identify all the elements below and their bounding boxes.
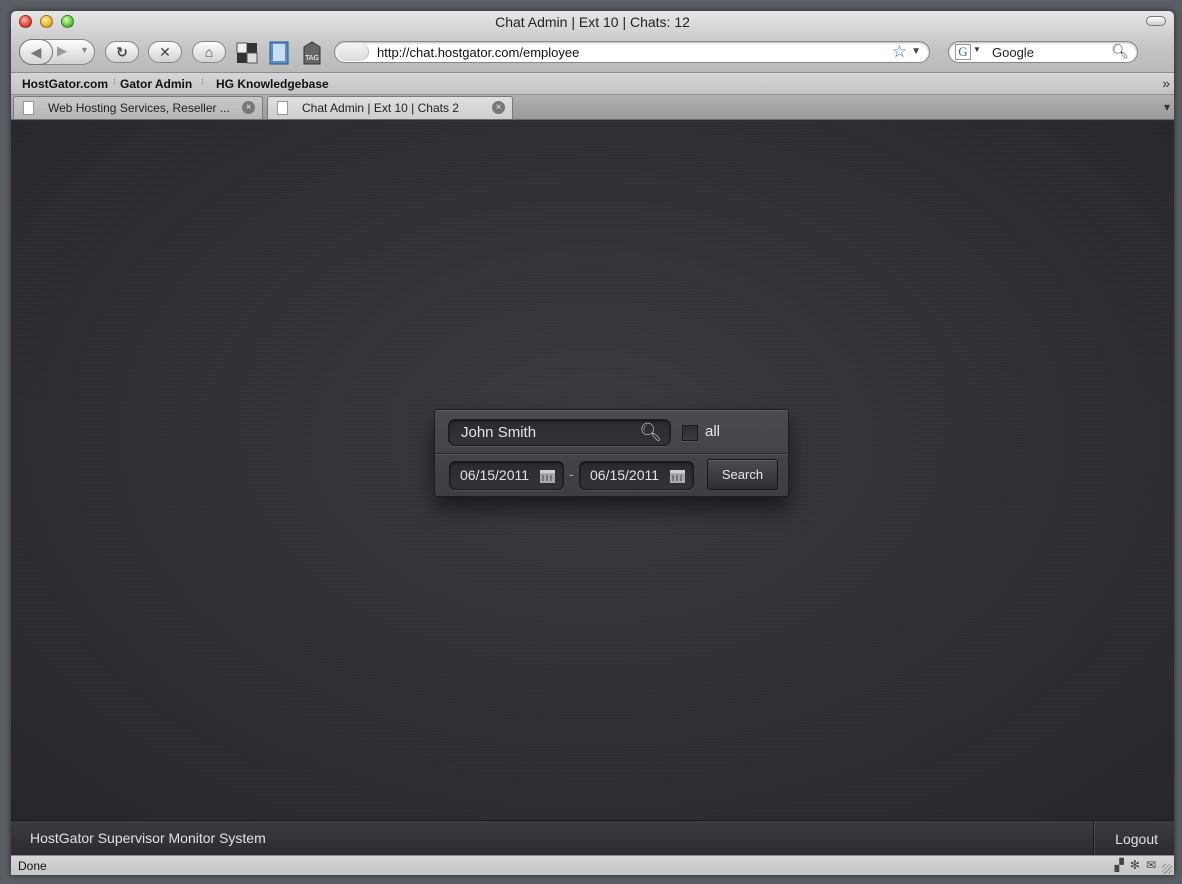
date-from-field[interactable]: 06/15/2011 (449, 461, 564, 490)
logout-link[interactable]: Logout (1115, 831, 1158, 847)
search-icon[interactable]: 🔍︎ (639, 422, 662, 443)
search-button[interactable]: Search (707, 459, 778, 490)
search-icon[interactable]: 🔍︎ (1111, 43, 1129, 60)
bookmark-star-icon[interactable]: ☆ (892, 42, 907, 62)
home-button[interactable]: ⌂ (192, 41, 226, 63)
date-to-field[interactable]: 06/15/2011 (579, 461, 694, 490)
bookmark-hg-knowledgebase[interactable]: HG Knowledgebase (216, 77, 329, 91)
all-checkbox-label[interactable]: all (705, 423, 720, 440)
tab-list-icon[interactable]: ▾ (1164, 100, 1170, 114)
bookmark-separator: ⁝ (113, 77, 117, 88)
reload-button[interactable]: ↻ (105, 41, 139, 63)
page-icon (277, 101, 288, 115)
back-arrow-icon: ◀ (30, 43, 42, 60)
tag-icon[interactable]: TAG (300, 41, 324, 65)
tab-label: Web Hosting Services, Reseller ... (48, 101, 230, 115)
close-tab-icon[interactable]: × (242, 101, 255, 114)
toolbar-toggle-button[interactable] (1146, 16, 1166, 26)
site-identity-button[interactable] (337, 43, 369, 61)
stop-button[interactable]: ✕ (148, 41, 182, 63)
web-search-box[interactable]: G ▼ Google 🔍︎ (948, 41, 1138, 63)
footer-brand: HostGator Supervisor Monitor System (30, 830, 266, 846)
stop-icon: ✕ (159, 43, 171, 60)
bookmark-separator: ⁝ (201, 77, 205, 88)
snowflake-icon[interactable]: ✻ (1130, 858, 1140, 872)
forward-button[interactable]: ▶ (57, 43, 67, 59)
address-bar-url[interactable]: http://chat.hostgator.com/employee (377, 45, 579, 60)
tab-strip: Web Hosting Services, Reseller ... × Cha… (11, 95, 1174, 120)
date-range-separator: - (569, 466, 574, 482)
panel-divider (435, 453, 788, 455)
bookmarks-overflow-icon[interactable]: » (1162, 75, 1170, 91)
page-icon (23, 101, 34, 115)
back-button[interactable]: ◀ (19, 39, 53, 65)
app-footer: HostGator Supervisor Monitor System Logo… (11, 820, 1174, 856)
address-bar[interactable]: http://chat.hostgator.com/employee ☆ ▼ (334, 41, 930, 63)
tab-label: Chat Admin | Ext 10 | Chats 2 (302, 101, 459, 115)
bookmark-hostgator[interactable]: HostGator.com (22, 77, 108, 91)
date-to-value[interactable]: 06/15/2011 (590, 467, 659, 483)
window-title: Chat Admin | Ext 10 | Chats: 12 (495, 14, 690, 30)
employee-search-value[interactable]: John Smith (461, 424, 536, 441)
google-engine-icon[interactable]: G (955, 44, 971, 60)
bookmarks-bar: HostGator.com ⁝ Gator Admin ⁝ HG Knowled… (11, 73, 1174, 95)
all-checkbox[interactable] (682, 425, 698, 441)
calendar-icon[interactable] (670, 470, 685, 483)
status-text: Done (18, 859, 47, 873)
close-tab-icon[interactable]: × (492, 101, 505, 114)
addon-status-icon[interactable]: ▞ (1115, 858, 1124, 872)
navigation-toolbar: ◀ ▶ ▼ ↻ ✕ ⌂ TAG http://chat.hostgator.co… (11, 39, 1174, 67)
mail-icon[interactable]: ✉ (1146, 858, 1156, 872)
addon-bookmark-icon[interactable] (267, 41, 291, 65)
tab-web-hosting[interactable]: Web Hosting Services, Reseller ... × (13, 96, 263, 119)
url-dropdown-icon[interactable]: ▼ (911, 46, 921, 57)
engine-dropdown-icon[interactable]: ▼ (973, 45, 981, 54)
home-icon: ⌂ (204, 44, 214, 60)
employee-search-input[interactable]: John Smith 🔍︎ (448, 419, 671, 446)
status-icons: ▞ ✻ ✉ (1115, 858, 1156, 872)
tab-chat-admin[interactable]: Chat Admin | Ext 10 | Chats 2 × (267, 96, 513, 119)
browser-window: Chat Admin | Ext 10 | Chats: 12 ◀ ▶ ▼ ↻ … (11, 11, 1174, 875)
date-from-value[interactable]: 06/15/2011 (460, 467, 529, 483)
status-bar: Done ▞ ✻ ✉ (11, 855, 1174, 875)
footer-divider (1093, 821, 1094, 856)
calendar-icon[interactable] (540, 470, 555, 483)
reload-icon: ↻ (116, 43, 128, 60)
bookmark-gator-admin[interactable]: Gator Admin (120, 77, 192, 91)
web-search-input[interactable]: Google (992, 45, 1034, 60)
page-content: John Smith 🔍︎ all 06/15/2011 - 06/15/201… (11, 121, 1174, 820)
resize-handle[interactable] (1162, 864, 1172, 874)
svg-text:TAG: TAG (304, 54, 319, 62)
history-dropdown-icon[interactable]: ▼ (80, 45, 89, 55)
search-panel: John Smith 🔍︎ all 06/15/2011 - 06/15/201… (434, 409, 789, 497)
browser-toolbar-area: Chat Admin | Ext 10 | Chats: 12 ◀ ▶ ▼ ↻ … (11, 11, 1174, 73)
addon-checker-icon[interactable] (235, 41, 259, 65)
nav-button-group: ◀ ▶ ▼ (19, 39, 95, 65)
